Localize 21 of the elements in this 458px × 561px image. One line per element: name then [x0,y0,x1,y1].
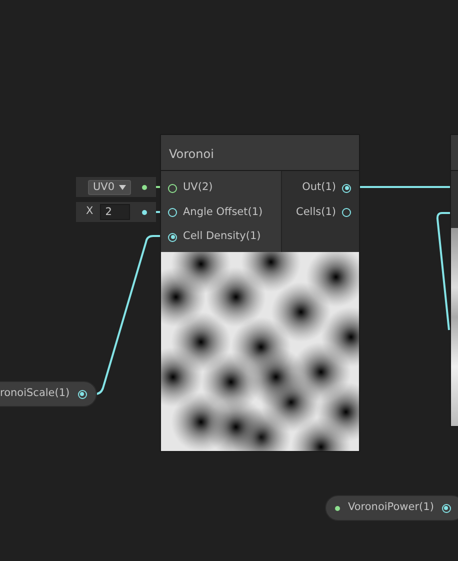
property-node[interactable]: VoronoiPower(1) [325,495,458,521]
port-label: Angle Offset(1) [183,204,263,220]
property-node[interactable]: ronoiScale(1) [0,381,97,407]
port-label: Out(1) [302,180,336,196]
port-label: Cells(1) [296,204,336,220]
port-label: UV(2) [183,180,213,196]
port-icon[interactable] [168,232,177,242]
property-label: VoronoiPower(1) [348,500,434,516]
port-label: Cell Density(1) [183,229,261,244]
property-label: ronoiScale(1) [0,386,70,402]
port-icon[interactable] [342,208,351,218]
caret-icon [118,184,126,190]
uv-dropdown[interactable]: UV0 [88,180,131,194]
port-icon[interactable] [168,208,177,218]
port-icon[interactable] [78,390,87,398]
port-icon[interactable] [168,184,177,193]
value-field[interactable]: 2 [100,204,130,220]
port-icon[interactable] [442,504,451,512]
port-icon[interactable] [342,184,351,193]
axis-label: X [86,204,94,220]
node-title: Voronoi [161,135,359,171]
